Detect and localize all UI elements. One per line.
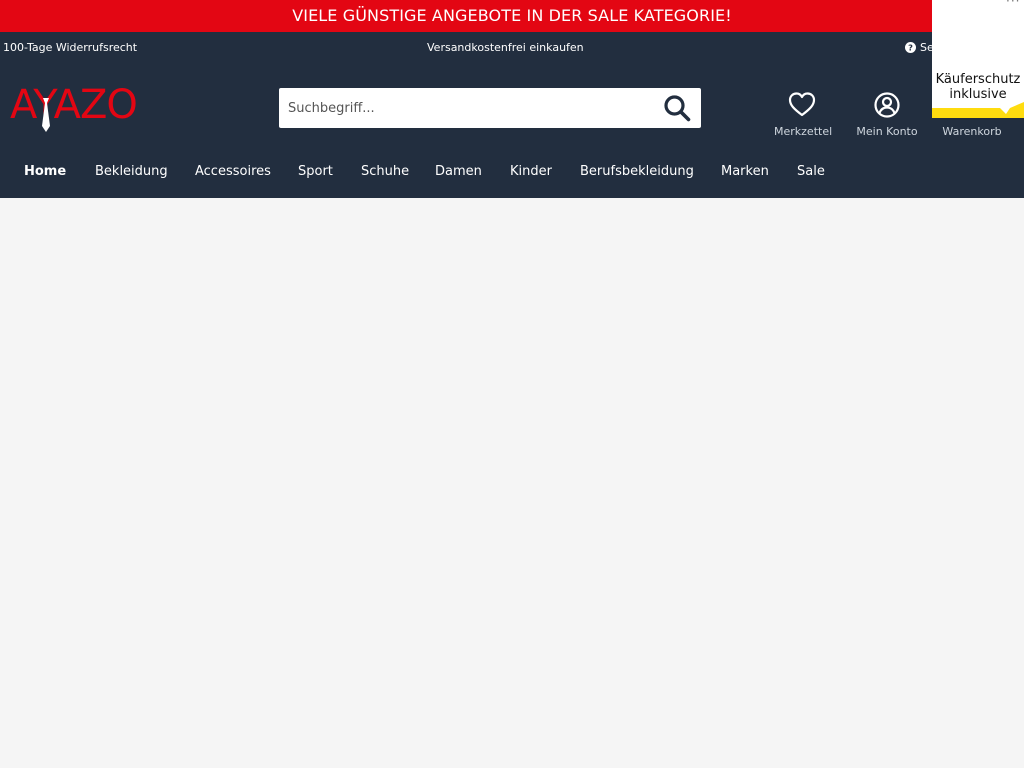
account-button[interactable]: Mein Konto xyxy=(853,91,921,138)
svg-text:?: ? xyxy=(908,43,913,53)
promo-banner[interactable]: VIELE GÜNSTIGE ANGEBOTE IN DER SALE KATE… xyxy=(0,0,1024,32)
promo-banner-text: VIELE GÜNSTIGE ANGEBOTE IN DER SALE KATE… xyxy=(292,6,732,25)
nav-item-home[interactable]: Home xyxy=(24,164,66,179)
logo-wordmark: AYAZO xyxy=(10,82,137,128)
search-icon[interactable] xyxy=(663,94,691,122)
nav-item-schuhe[interactable]: Schuhe xyxy=(361,164,409,179)
service-link[interactable]: ? Se xyxy=(905,41,934,54)
wishlist-button[interactable]: Merkzettel xyxy=(774,91,833,138)
nav-item-damen[interactable]: Damen xyxy=(435,164,482,179)
main-navigation: Home Bekleidung Accessoires Sport Schuhe… xyxy=(0,157,1024,189)
nav-item-sport[interactable]: Sport xyxy=(298,164,333,179)
ribbon-icon xyxy=(932,102,1024,118)
nav-item-bekleidung[interactable]: Bekleidung xyxy=(95,164,168,179)
buyer-protection-text: Käuferschutz inklusive xyxy=(932,72,1024,102)
more-options-icon[interactable]: ··· xyxy=(1006,0,1020,8)
main-content-area xyxy=(0,198,1024,768)
user-circle-icon xyxy=(874,92,900,118)
usp-return-policy: 100-Tage Widerrufsrecht xyxy=(3,41,138,54)
site-logo[interactable]: AYAZO xyxy=(10,78,138,134)
nav-item-sale[interactable]: Sale xyxy=(797,164,825,179)
nav-item-accessoires[interactable]: Accessoires xyxy=(195,164,271,179)
buyer-protection-title: Käuferschutz xyxy=(935,72,1021,87)
nav-item-kinder[interactable]: Kinder xyxy=(510,164,552,179)
site-header: 100-Tage Widerrufsrecht Versandkostenfre… xyxy=(0,32,1024,198)
logo-graphic: AYAZO xyxy=(10,82,138,132)
buyer-protection-badge[interactable]: ··· Käuferschutz inklusive xyxy=(932,0,1024,118)
search-input[interactable] xyxy=(279,88,649,128)
account-label: Mein Konto xyxy=(856,125,918,138)
search-bar xyxy=(279,88,701,128)
help-circle-icon: ? xyxy=(905,42,916,53)
heart-icon xyxy=(788,92,816,117)
nav-item-berufsbekleidung[interactable]: Berufsbekleidung xyxy=(580,164,694,179)
nav-item-marken[interactable]: Marken xyxy=(721,164,769,179)
wishlist-label: Merkzettel xyxy=(774,125,833,138)
usp-free-shipping: Versandkostenfrei einkaufen xyxy=(427,41,584,54)
cart-label: Warenkorb xyxy=(942,125,1002,138)
